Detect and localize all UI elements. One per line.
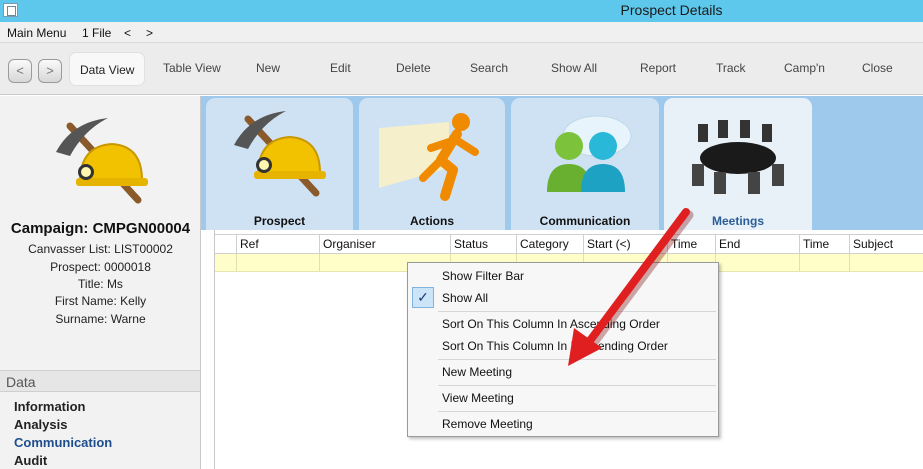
tab-label: Actions	[409, 214, 454, 228]
data-view-button[interactable]: Data View	[69, 52, 146, 86]
menu-file[interactable]: 1 File	[82, 26, 111, 40]
menu-item-remove-meeting[interactable]: Remove Meeting	[442, 417, 533, 431]
menu-item-show-filter-bar[interactable]: Show Filter Bar	[442, 269, 524, 283]
sidebar-item-communication[interactable]: Communication	[14, 435, 112, 450]
menu-item-sort-descending[interactable]: Sort On This Column In Descending Order	[442, 339, 668, 353]
menu-separator	[438, 359, 716, 360]
campaign-label: Campaign: CMPGN00004	[10, 220, 191, 237]
tab-actions[interactable]: Actions	[359, 98, 505, 230]
tab-prospect[interactable]: Prospect	[206, 98, 353, 230]
menu-main[interactable]: Main Menu	[7, 26, 66, 40]
first-name: First Name: Kelly	[54, 294, 147, 308]
surname: Surname: Warne	[55, 312, 146, 326]
back-button[interactable]: <	[8, 59, 32, 83]
title-bar: Prospect Details	[0, 0, 923, 22]
prospect-number: Prospect: 0000018	[50, 260, 151, 274]
search-button[interactable]: Search	[470, 61, 508, 75]
column-start-time[interactable]: Time	[667, 235, 715, 254]
meeting-table-icon	[692, 120, 784, 194]
column-status[interactable]: Status	[450, 235, 516, 254]
running-man-icon	[379, 113, 479, 201]
menu-item-sort-ascending[interactable]: Sort On This Column In Ascending Order	[442, 317, 660, 331]
report-button[interactable]: Report	[640, 61, 676, 75]
data-section-header: Data	[0, 370, 200, 392]
table-view-button[interactable]: Table View	[163, 61, 221, 75]
tab-label: Meetings	[711, 214, 764, 228]
toolbar: < > Data View Table View New Edit Delete…	[0, 43, 923, 95]
tab-label: Communication	[539, 214, 631, 228]
column-category[interactable]: Category	[516, 235, 583, 254]
pickaxe-helmet-icon	[234, 111, 326, 197]
menu-item-view-meeting[interactable]: View Meeting	[442, 391, 514, 405]
close-button[interactable]: Close	[862, 61, 893, 75]
column-subject[interactable]: Subject	[849, 235, 923, 254]
show-all-button[interactable]: Show All	[551, 61, 597, 75]
column-start[interactable]: Start (<)	[583, 235, 667, 254]
edit-button[interactable]: Edit	[330, 61, 351, 75]
column-end[interactable]: End	[715, 235, 799, 254]
column-ref[interactable]: Ref	[236, 235, 319, 254]
canvasser-list: Canvasser List: LIST00002	[28, 242, 173, 256]
forward-button[interactable]: >	[38, 59, 62, 83]
new-button[interactable]: New	[256, 61, 280, 75]
track-button[interactable]: Track	[716, 61, 746, 75]
menu-separator	[438, 311, 716, 312]
menu-item-show-all[interactable]: Show All	[442, 291, 488, 305]
window-title: Prospect Details	[620, 2, 723, 18]
campaign-button[interactable]: Camp'n	[784, 61, 825, 75]
sidebar-item-analysis[interactable]: Analysis	[14, 417, 67, 432]
menu-separator	[438, 385, 716, 386]
context-menu: Show Filter Bar ✓ Show All Sort On This …	[407, 262, 719, 437]
tab-strip: Prospect Actions Communication Meetings	[201, 96, 923, 230]
people-icon	[547, 115, 632, 192]
menu-bar: Main Menu 1 File < >	[0, 22, 923, 43]
tab-meetings[interactable]: Meetings	[664, 98, 812, 230]
column-end-time[interactable]: Time	[799, 235, 849, 254]
menu-item-new-meeting[interactable]: New Meeting	[442, 365, 512, 379]
prospect-title: Title: Ms	[78, 277, 123, 291]
grid-header: Ref Organiser Status Category Start (<) …	[215, 234, 923, 254]
sidebar-item-audit[interactable]: Audit	[14, 453, 47, 468]
column-organiser[interactable]: Organiser	[319, 235, 450, 254]
menu-separator	[438, 411, 716, 412]
checkmark-icon: ✓	[412, 287, 434, 308]
tab-communication[interactable]: Communication	[511, 98, 659, 230]
tab-label: Prospect	[253, 214, 306, 228]
sidebar-item-information[interactable]: Information	[14, 399, 86, 414]
delete-button[interactable]: Delete	[396, 61, 431, 75]
pickaxe-helmet-icon	[56, 118, 148, 204]
menu-next[interactable]: >	[146, 26, 153, 40]
menu-prev[interactable]: <	[124, 26, 131, 40]
